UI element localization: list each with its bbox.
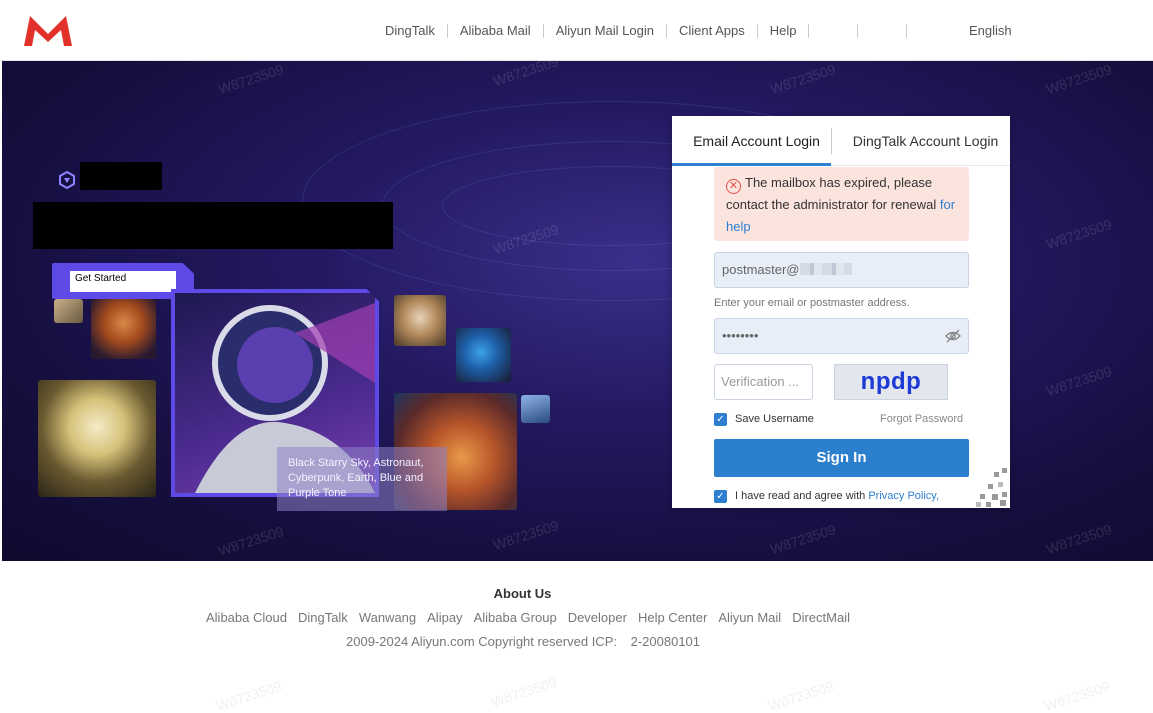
watermark: W8723509 [214,677,284,713]
icp-number[interactable]: 2-20080101 [631,634,700,649]
privacy-policy-link[interactable]: Privacy Policy, [868,490,939,502]
footer-link-directmail[interactable]: DirectMail [792,610,850,625]
footer-link-alibaba-group[interactable]: Alibaba Group [474,610,557,625]
watermark: W8723509 [489,673,559,711]
tab-dingtalk-account-login[interactable]: DingTalk Account Login [841,116,1010,165]
ai-brand-icon [59,170,75,190]
watermark: W8723509 [1044,362,1114,400]
sign-in-button[interactable]: Sign In [714,439,969,477]
footer-link-help-center[interactable]: Help Center [638,610,707,625]
agree-text: I have read and agree with Privacy Polic… [735,490,939,502]
collage-image-landscape [521,395,550,423]
watermark: W8723509 [216,61,286,98]
get-started-button[interactable]: Get Started [70,271,176,292]
footer-link-alibaba-cloud[interactable]: Alibaba Cloud [206,610,287,625]
forgot-password-link[interactable]: Forgot Password [880,413,963,425]
aliyun-mail-logo[interactable] [22,14,74,48]
active-tab-indicator [672,163,831,166]
footer-link-aliyun-mail[interactable]: Aliyun Mail [718,610,781,625]
nav-help[interactable]: Help [758,23,809,38]
email-hint: Enter your email or postmaster address. [714,297,910,309]
nav-aliyun-mail-login[interactable]: Aliyun Mail Login [544,23,666,38]
nav-separator [906,23,908,38]
watermark: W8723509 [768,520,838,558]
redacted-headline [33,202,393,249]
watermark: W8723509 [491,516,561,554]
copyright-text: 2009-2024 Aliyun.com Copyright reserved … [346,634,617,649]
email-field[interactable]: postmaster@ [714,252,969,288]
image-caption: Black Starry Sky, Astronaut, Cyberpunk, … [277,447,447,511]
login-tabs: Email Account Login DingTalk Account Log… [672,116,1010,166]
captcha-text: npdp [860,368,922,395]
collage-image-food [54,299,83,323]
tab-divider [831,128,832,154]
nav-client-apps[interactable]: Client Apps [667,23,757,38]
nav-alibaba-mail[interactable]: Alibaba Mail [448,23,543,38]
save-username-checkbox[interactable]: ✓ [714,413,727,426]
qr-code-icon[interactable] [970,462,1010,508]
password-field[interactable]: •••••••• [714,318,969,354]
tab-email-account-login[interactable]: Email Account Login [672,116,841,165]
email-redacted [799,263,852,275]
watermark: W8723509 [768,61,838,98]
image-caption-text: Black Starry Sky, Astronaut, Cyberpunk, … [288,457,424,499]
error-icon: ✕ [726,179,741,194]
top-nav: DingTalk Alibaba Mail Aliyun Mail Login … [373,0,908,61]
alert-message: The mailbox has expired, please contact … [726,175,937,212]
watermark: W8723509 [1044,215,1114,253]
top-header: DingTalk Alibaba Mail Aliyun Mail Login … [0,0,1153,61]
login-panel: Email Account Login DingTalk Account Log… [672,116,1010,508]
language-switch[interactable]: English [969,23,1012,38]
save-username-label[interactable]: Save Username [735,413,814,425]
nav-separator [857,23,859,38]
footer-title: About Us [493,586,552,601]
copyright: 2009-2024 Aliyun.com Copyright reserved … [346,634,700,649]
watermark: W8723509 [1044,520,1114,558]
error-alert: ✕ The mailbox has expired, please contact… [714,167,969,241]
watermark: W8723509 [491,61,561,90]
verification-input[interactable]: Verification ... [714,364,813,400]
footer-links: Alibaba Cloud DingTalk Wanwang Alipay Al… [206,610,850,625]
nav-dingtalk[interactable]: DingTalk [373,23,447,38]
agree-checkbox[interactable]: ✓ [714,490,727,503]
footer-link-alipay[interactable]: Alipay [427,610,462,625]
watermark: W8723509 [1042,677,1112,713]
collage-image-woman [91,299,156,359]
password-value: •••••••• [722,328,759,343]
redacted-title [80,162,162,190]
watermark: W8723509 [216,522,286,560]
watermark: W8723509 [1044,61,1114,98]
collage-image-flowers [38,380,156,497]
watermark: W8723509 [766,677,836,713]
footer-link-developer[interactable]: Developer [568,610,627,625]
agree-label: I have read and agree with [735,490,866,502]
captcha-image[interactable]: npdp [834,364,948,400]
footer-link-wanwang[interactable]: Wanwang [359,610,416,625]
collage-image-bird [456,328,511,382]
email-value: postmaster@ [722,262,800,277]
eye-off-icon[interactable] [945,328,961,344]
nav-separator [808,23,810,38]
collage-image-kitten [394,295,446,346]
footer-link-dingtalk[interactable]: DingTalk [298,610,348,625]
